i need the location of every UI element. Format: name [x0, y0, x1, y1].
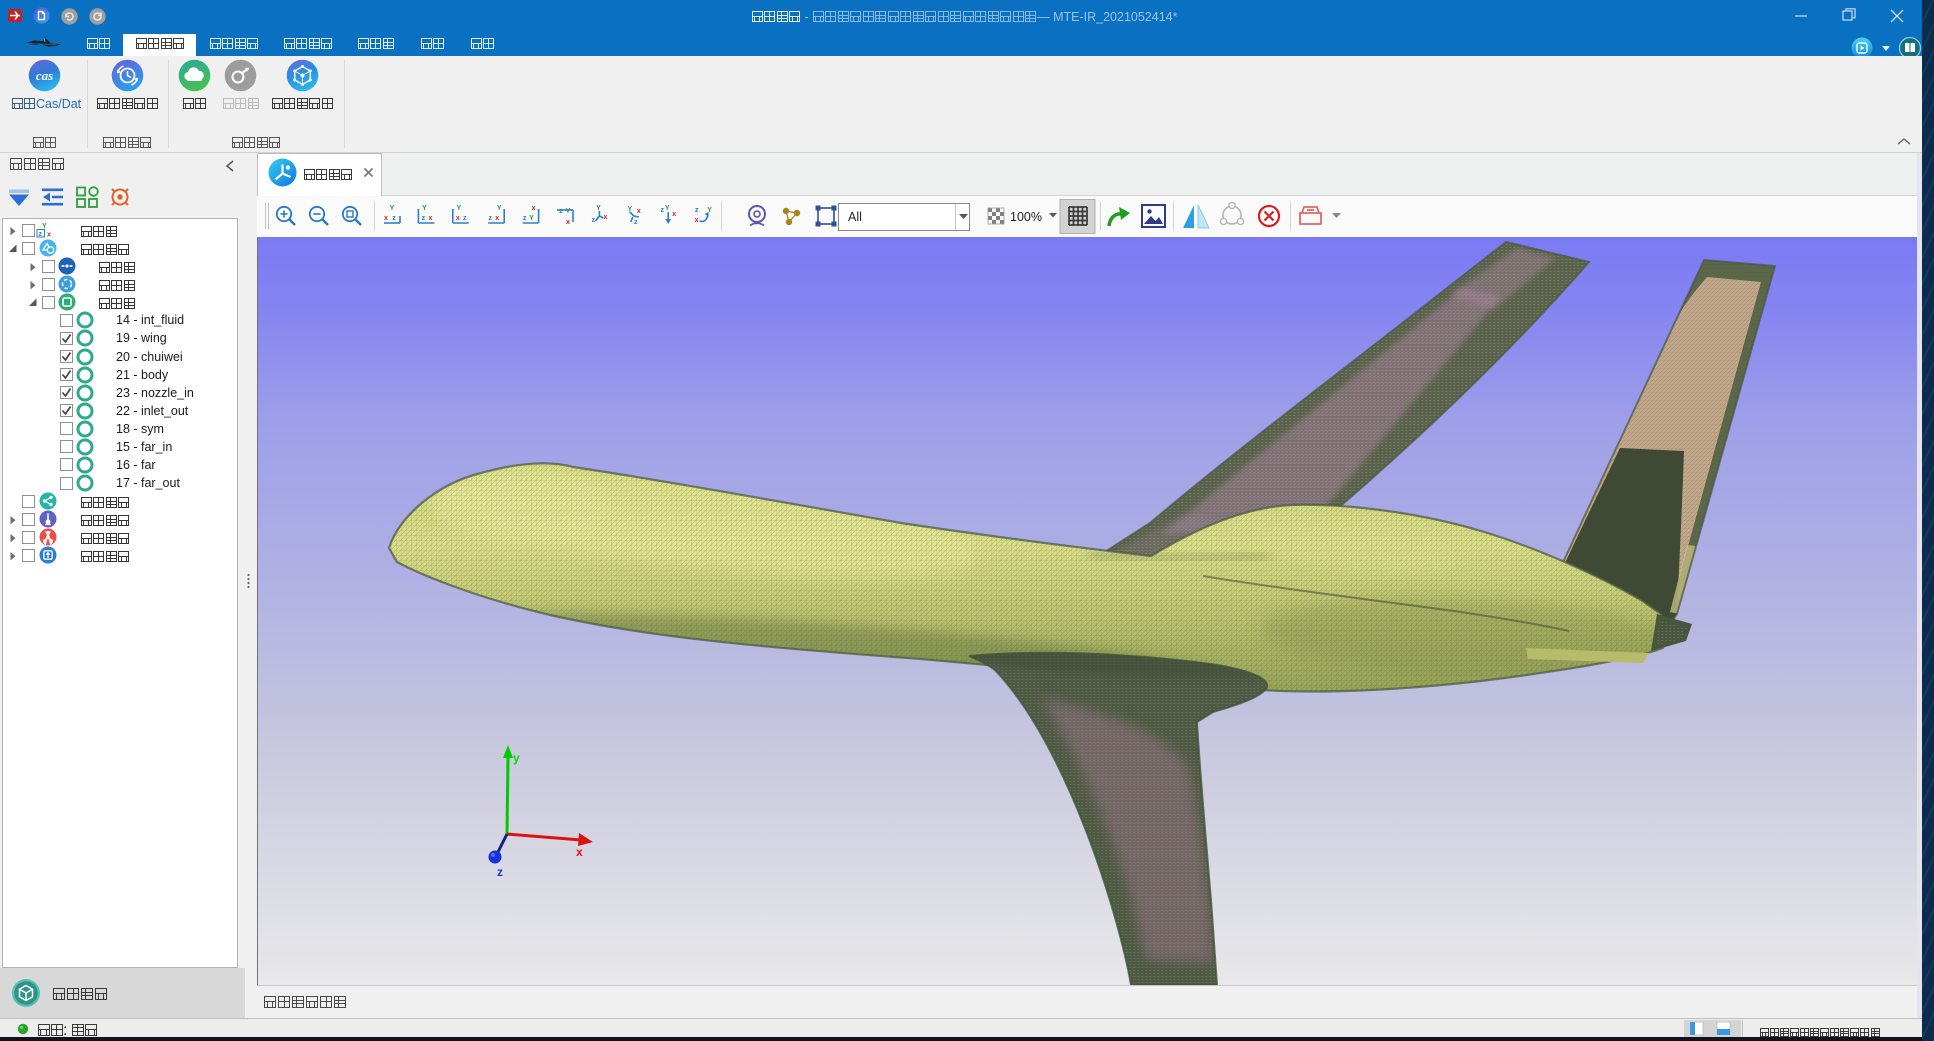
svg-text:z: z [463, 215, 467, 222]
svg-text:Y: Y [529, 215, 534, 222]
svg-text:100%: 100% [1010, 210, 1042, 224]
svg-text:x: x [384, 215, 388, 222]
svg-text:z: z [559, 208, 563, 215]
svg-text:z: z [660, 207, 664, 214]
svg-text:Y: Y [566, 208, 571, 215]
svg-text:x: x [637, 208, 641, 215]
svg-text:x: x [672, 211, 676, 218]
svg-text:z: z [422, 215, 426, 222]
svg-text:x: x [603, 214, 607, 221]
svg-text:Y: Y [665, 205, 670, 212]
svg-text:z: z [497, 865, 503, 879]
svg-text:x: x [495, 215, 499, 222]
svg-text:x: x [428, 215, 432, 222]
svg-text:x: x [47, 232, 51, 239]
svg-text:x: x [695, 217, 699, 224]
svg-text:z: z [695, 207, 699, 214]
svg-text:z: z [634, 219, 638, 226]
svg-text:y: y [513, 751, 520, 765]
svg-text:z: z [39, 231, 43, 238]
svg-text:cas: cas [36, 68, 53, 83]
svg-text:Y: Y [596, 205, 601, 212]
svg-text:z: z [488, 215, 492, 222]
svg-text:All: All [848, 210, 862, 224]
svg-text:Y: Y [42, 223, 47, 230]
svg-text:x: x [566, 219, 570, 226]
svg-text:x: x [456, 215, 460, 222]
svg-text:Y: Y [422, 205, 427, 212]
svg-text:x: x [532, 205, 536, 212]
svg-text:x: x [576, 845, 583, 859]
svg-text:Y: Y [456, 205, 461, 212]
svg-text:Y: Y [497, 205, 502, 212]
svg-text:Y: Y [390, 205, 395, 212]
svg-text:z: z [392, 215, 396, 222]
svg-text:z: z [523, 215, 527, 222]
